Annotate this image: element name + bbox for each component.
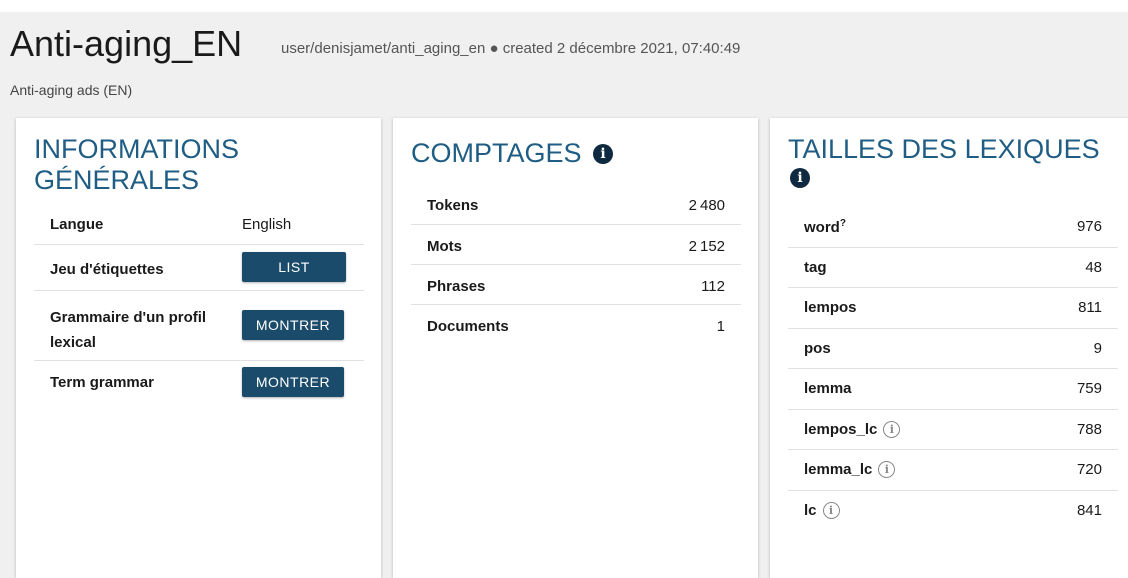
lexicon-row-label: lempos_lc i bbox=[804, 421, 901, 438]
counts-row-label: Mots bbox=[427, 238, 462, 255]
counts-row: Tokens 2 480 bbox=[411, 184, 741, 225]
corpus-description: Anti-aging ads (EN) bbox=[10, 82, 133, 98]
lexicon-row-value: 811 bbox=[1078, 299, 1102, 316]
counts-row-label: Phrases bbox=[427, 278, 486, 295]
lexicon-row-value: 720 bbox=[1076, 461, 1102, 478]
info-outline-icon[interactable]: i bbox=[883, 421, 901, 438]
lexicon-row: lempos_lc i 788 bbox=[788, 409, 1118, 450]
counts-title: COMPTAGES bbox=[411, 138, 582, 168]
lexicon-row: pos 9 bbox=[788, 328, 1118, 369]
lexicon-row: lemma 759 bbox=[788, 368, 1118, 410]
lexicon-row: lempos 811 bbox=[788, 287, 1118, 329]
tagset-row: Jeu d'étiquettes LIST bbox=[34, 244, 364, 291]
lexicon-row-value: 788 bbox=[1076, 421, 1102, 438]
lexicon-row-label: lempos bbox=[804, 299, 857, 316]
counts-row-value: 2 152 bbox=[688, 238, 725, 255]
corpus-header: Anti-aging_EN user/denisjamet/anti_aging… bbox=[0, 12, 1128, 108]
lexicon-row-value: 841 bbox=[1076, 502, 1102, 519]
term-grammar-label: Term grammar bbox=[50, 374, 154, 391]
help-superscript[interactable]: ? bbox=[840, 218, 846, 229]
top-bar bbox=[0, 0, 1128, 12]
lexicon-row: lc i 841 bbox=[788, 490, 1118, 530]
tagset-list-button[interactable]: LIST bbox=[242, 252, 346, 282]
lexicon-sizes-card: TAILLES DES LEXIQUES i word? 976 tag 48 … bbox=[770, 118, 1128, 578]
language-value: English bbox=[242, 216, 292, 233]
term-grammar-show-button[interactable]: MONTRER bbox=[242, 367, 344, 397]
info-outline-icon[interactable]: i bbox=[822, 502, 840, 519]
sketch-grammar-label: Grammaire d'un profil lexical bbox=[50, 309, 207, 351]
info-icon[interactable]: i bbox=[593, 144, 614, 164]
corpus-meta: user/denisjamet/anti_aging_en ● created … bbox=[281, 40, 741, 57]
counts-row: Mots 2 152 bbox=[411, 224, 741, 265]
counts-row-value: 1 bbox=[716, 318, 725, 335]
counts-card: COMPTAGES i Tokens 2 480 Mots 2 152 Phra… bbox=[393, 118, 758, 578]
language-label: Langue bbox=[50, 216, 104, 233]
sketch-grammar-row: Grammaire d'un profil lexical MONTRER bbox=[34, 290, 364, 361]
sketch-grammar-show-button[interactable]: MONTRER bbox=[242, 310, 344, 340]
counts-row-label: Tokens bbox=[427, 197, 479, 214]
lexicon-row-label: tag bbox=[804, 259, 827, 276]
lexicon-row-value: 9 bbox=[1093, 340, 1102, 357]
lexicon-row-label: lc i bbox=[804, 502, 840, 519]
general-info-title: INFORMATIONS GÉNÉRALES bbox=[34, 134, 239, 195]
lexicon-row-label: pos bbox=[804, 340, 831, 357]
lexicon-row-value: 759 bbox=[1076, 380, 1102, 397]
lexicon-row: lemma_lc i 720 bbox=[788, 449, 1118, 491]
counts-row: Documents 1 bbox=[411, 304, 741, 344]
language-row: Langue English bbox=[34, 208, 364, 245]
lexicon-row-label: word? bbox=[804, 218, 846, 236]
counts-row: Phrases 112 bbox=[411, 264, 741, 305]
general-info-card: INFORMATIONS GÉNÉRALES Langue English Je… bbox=[16, 118, 381, 578]
lexicon-row-label: lemma bbox=[804, 380, 852, 397]
counts-title-wrap: COMPTAGES i bbox=[411, 138, 614, 169]
lexicon-sizes-title: TAILLES DES LEXIQUES bbox=[788, 134, 1100, 164]
lexicon-row: tag 48 bbox=[788, 247, 1118, 288]
info-icon[interactable]: i bbox=[790, 168, 810, 188]
corpus-title: Anti-aging_EN bbox=[10, 23, 243, 64]
counts-row-value: 112 bbox=[701, 278, 725, 295]
lexicon-row: word? 976 bbox=[788, 206, 1118, 248]
lexicon-row-value: 976 bbox=[1076, 218, 1102, 235]
lexicon-row-label: lemma_lc i bbox=[804, 461, 896, 478]
counts-row-value: 2 480 bbox=[688, 197, 725, 214]
info-outline-icon[interactable]: i bbox=[878, 461, 896, 478]
lexicon-row-value: 48 bbox=[1085, 259, 1102, 276]
term-grammar-row: Term grammar MONTRER bbox=[34, 360, 364, 406]
tagset-label: Jeu d'étiquettes bbox=[50, 261, 164, 278]
counts-row-label: Documents bbox=[427, 318, 509, 335]
